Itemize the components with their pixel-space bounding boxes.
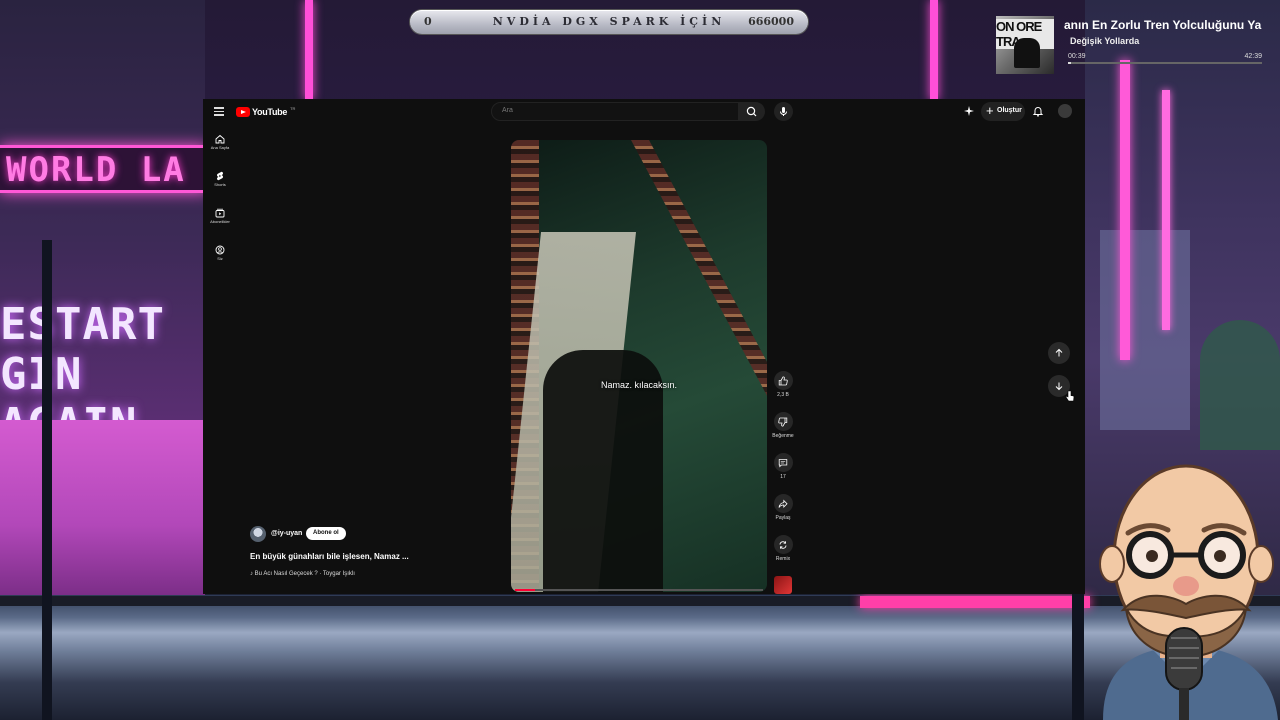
dislike-button[interactable]: Beğenme bbox=[770, 412, 796, 453]
youtube-window: YouTube TR Ara + Oluştur Ana Sayfa Shorts … bbox=[203, 99, 1085, 594]
voice-search-button[interactable] bbox=[774, 102, 793, 121]
comment-count: 17 bbox=[780, 474, 786, 480]
channel-name[interactable]: @iy-uyan bbox=[271, 530, 302, 537]
neon-strip bbox=[930, 0, 938, 100]
comments-button[interactable]: 17 bbox=[770, 453, 796, 494]
you-icon bbox=[215, 245, 225, 255]
share-icon bbox=[778, 499, 788, 508]
subscriptions-icon bbox=[215, 208, 225, 218]
youtube-logo[interactable]: YouTube TR bbox=[236, 105, 295, 119]
neon-strip bbox=[1120, 60, 1130, 360]
thumbs-down-icon bbox=[778, 417, 788, 426]
share-label: Paylaş bbox=[775, 515, 791, 521]
tower-shape bbox=[1100, 230, 1190, 430]
share-button[interactable]: Paylaş bbox=[770, 494, 796, 535]
neon-strip bbox=[305, 0, 313, 100]
street bbox=[0, 595, 1280, 720]
tree-shape bbox=[1200, 320, 1280, 450]
search-button[interactable] bbox=[739, 102, 765, 121]
video-progress-bar[interactable] bbox=[515, 589, 763, 591]
arrow-up-icon bbox=[1055, 348, 1063, 357]
hamburger-menu-icon[interactable] bbox=[214, 107, 224, 116]
now-playing-current-time: 00:39 bbox=[1068, 53, 1086, 60]
music-attribution[interactable]: ♪ Bu Acı Nasıl Geçecek ? · Toygar Işıklı bbox=[250, 571, 355, 577]
logo-region: TR bbox=[290, 105, 296, 111]
sidebar-item-label: Ana Sayfa bbox=[210, 145, 230, 150]
account-avatar[interactable] bbox=[1058, 104, 1072, 118]
sidebar-item-you[interactable]: Siz bbox=[203, 245, 237, 279]
subscribe-button[interactable]: Abone ol bbox=[306, 527, 346, 540]
video-title[interactable]: En büyük günahları bile işlesen, Namaz .… bbox=[250, 552, 409, 561]
neon-strip bbox=[860, 596, 1090, 608]
logo-text: YouTube bbox=[252, 107, 288, 117]
sidebar-item-label: Siz bbox=[217, 256, 223, 261]
channel-avatar[interactable] bbox=[250, 526, 266, 542]
remix-label: Remix bbox=[775, 556, 791, 562]
hand-cursor-icon bbox=[1065, 390, 1075, 402]
shorts-video-player[interactable]: Namaz. kılacaksın. bbox=[511, 140, 767, 592]
comment-icon bbox=[778, 458, 788, 468]
album-art: ON ORE TRA bbox=[996, 16, 1054, 74]
sidebar-item-home[interactable]: Ana Sayfa bbox=[203, 134, 237, 168]
sound-thumbnail[interactable] bbox=[770, 576, 796, 594]
sidebar-item-label: Abonelikler bbox=[210, 219, 230, 224]
remix-button[interactable]: Remix bbox=[770, 535, 796, 576]
youtube-play-icon bbox=[236, 107, 250, 117]
shopfront bbox=[0, 420, 205, 595]
sign-text: ESTART bbox=[0, 299, 165, 350]
search-input[interactable]: Ara bbox=[491, 102, 739, 121]
now-playing-total-time: 42:39 bbox=[1244, 53, 1262, 60]
world-neon-sign: WORLD LA bbox=[0, 145, 208, 193]
thumbs-up-icon bbox=[778, 376, 788, 385]
lamp-post bbox=[42, 240, 52, 720]
mini-guide: Ana Sayfa Shorts Abonelikler Siz bbox=[203, 131, 237, 279]
neon-strip bbox=[1162, 90, 1170, 330]
now-playing-title: anın En Zorlu Tren Yolculuğunu Ya bbox=[1064, 18, 1262, 32]
arrow-down-icon bbox=[1055, 382, 1063, 391]
sign-text: WORLD LA bbox=[6, 150, 186, 190]
now-playing-artist: Değişik Yollarda bbox=[1070, 36, 1140, 46]
video-caption: Namaz. kılacaksın. bbox=[600, 380, 678, 390]
dislike-label: Beğenme bbox=[772, 433, 794, 439]
action-bar: 2,3 B Beğenme 17 Paylaş Remix bbox=[770, 371, 796, 594]
masthead: YouTube TR Ara + Oluştur bbox=[203, 99, 1085, 125]
sidebar-item-subscriptions[interactable]: Abonelikler bbox=[203, 208, 237, 242]
microphone-icon bbox=[780, 107, 787, 116]
sidebar-item-shorts[interactable]: Shorts bbox=[203, 171, 237, 205]
goal-banner: 0 NVDİA DGX SPARK İÇİN 666000 bbox=[410, 10, 808, 34]
sparkle-icon[interactable] bbox=[963, 105, 975, 117]
create-button[interactable]: + Oluştur bbox=[981, 102, 1025, 121]
like-count: 2,3 B bbox=[777, 392, 789, 398]
now-playing-widget: ON ORE TRA anın En Zorlu Tren Yolculuğun… bbox=[996, 14, 1280, 74]
search-icon bbox=[746, 106, 757, 117]
now-playing-progress bbox=[1068, 62, 1262, 64]
streamer-avatar bbox=[1099, 464, 1278, 720]
notification-bell-icon[interactable] bbox=[1032, 105, 1044, 117]
shorts-icon bbox=[216, 171, 224, 181]
restart-neon-sign: ESTART GIN AGAIN bbox=[0, 299, 205, 450]
plus-icon: + bbox=[986, 103, 994, 118]
search-placeholder: Ara bbox=[502, 107, 513, 114]
home-icon bbox=[215, 134, 225, 144]
remix-icon bbox=[779, 540, 787, 549]
banner-right-value: 666000 bbox=[748, 15, 794, 28]
create-label: Oluştur bbox=[997, 107, 1022, 114]
like-button[interactable]: 2,3 B bbox=[770, 371, 796, 412]
sidebar-item-label: Shorts bbox=[214, 182, 226, 187]
previous-short-button[interactable] bbox=[1048, 342, 1070, 364]
sound-thumbnail-image bbox=[774, 576, 792, 594]
